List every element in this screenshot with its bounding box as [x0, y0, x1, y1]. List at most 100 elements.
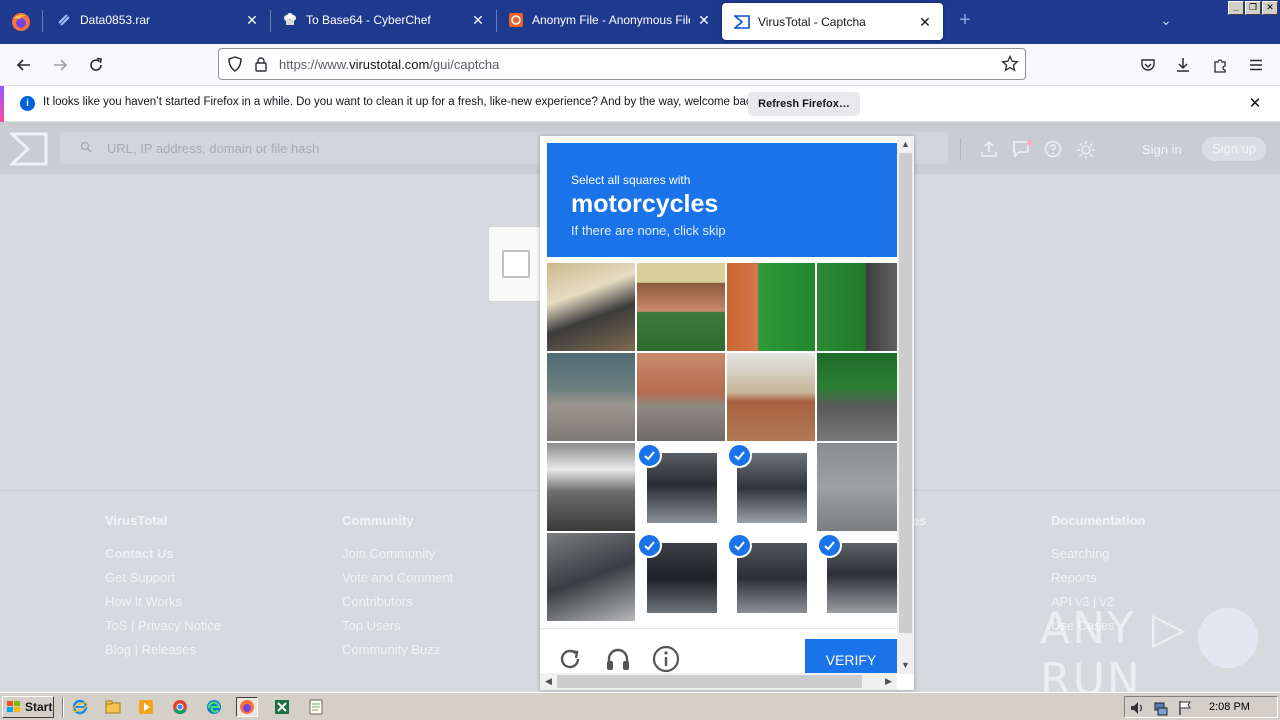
captcha-image-tile[interactable] — [637, 353, 725, 441]
sign-up-button[interactable]: Sign up — [1202, 137, 1266, 161]
checkmark-icon — [817, 533, 842, 558]
footer-link-how-it-works[interactable]: How It Works — [105, 593, 221, 617]
image-grid — [547, 263, 905, 621]
notifications-chat-icon[interactable] — [1012, 140, 1034, 161]
captcha-image-tile[interactable] — [637, 533, 725, 621]
scroll-left-arrow-icon[interactable]: ◀ — [540, 673, 557, 690]
media-player-icon[interactable] — [135, 697, 157, 717]
extensions-puzzle-icon[interactable] — [1207, 52, 1233, 78]
captcha-image-tile[interactable] — [637, 263, 725, 351]
close-icon[interactable]: ✕ — [470, 12, 486, 28]
action-center-flag-icon[interactable] — [1177, 700, 1193, 716]
captcha-challenge-dialog: Select all squares with motorcycles If t… — [540, 136, 914, 690]
forward-arrow-icon[interactable] — [47, 52, 73, 78]
network-icon[interactable] — [1153, 700, 1169, 716]
footer-link-tos-privacy[interactable]: ToS | Privacy Notice — [105, 617, 221, 641]
captcha-image-tile[interactable] — [727, 533, 815, 621]
scrollbar-thumb[interactable] — [899, 153, 912, 633]
scrollbar-thumb[interactable] — [557, 675, 862, 688]
captcha-image-tile[interactable] — [547, 353, 635, 441]
captcha-image-tile[interactable] — [817, 443, 905, 531]
challenge-prompt: Select all squares with motorcycles If t… — [547, 143, 897, 257]
refresh-challenge-icon[interactable] — [556, 645, 584, 673]
footer-link-searching[interactable]: Searching — [1051, 545, 1146, 569]
tracking-protection-shield-icon[interactable] — [227, 56, 243, 75]
scroll-right-arrow-icon[interactable]: ▶ — [880, 673, 897, 690]
back-arrow-icon[interactable] — [11, 52, 37, 78]
minimize-icon[interactable]: _ — [1228, 1, 1244, 15]
help-icon[interactable] — [1044, 140, 1062, 161]
captcha-image-tile[interactable] — [817, 353, 905, 441]
footer-link-reports[interactable]: Reports — [1051, 569, 1146, 593]
close-icon[interactable]: ✕ — [696, 12, 712, 28]
windows-flag-icon — [7, 701, 20, 712]
navigation-toolbar: https://www.virustotal.com/gui/captcha — [0, 44, 1280, 86]
edge-icon[interactable] — [203, 697, 225, 717]
virustotal-logo-icon[interactable] — [8, 132, 48, 169]
theme-toggle-sun-icon[interactable] — [1076, 140, 1096, 163]
captcha-image-tile[interactable] — [817, 533, 905, 621]
prompt-target: motorcycles — [571, 190, 719, 218]
sign-in-link[interactable]: Sign in — [1142, 142, 1182, 157]
close-icon[interactable]: ✕ — [244, 12, 260, 28]
tile-image — [637, 263, 725, 351]
url-bar[interactable]: https://www.virustotal.com/gui/captcha — [218, 48, 1026, 80]
start-button[interactable]: Start — [2, 696, 54, 718]
list-all-tabs-chevron-icon[interactable]: ⌄ — [1156, 12, 1176, 32]
chat-widget-icon[interactable] — [1198, 608, 1258, 668]
captcha-checkbox[interactable] — [502, 250, 530, 278]
captcha-image-tile[interactable] — [547, 263, 635, 351]
hamburger-menu-icon[interactable] — [1243, 52, 1269, 78]
tab-data0853[interactable]: Data0853.rar ✕ — [44, 0, 270, 40]
tab-cyberchef[interactable]: To Base64 - CyberChef ✕ — [270, 0, 496, 40]
captcha-image-tile[interactable] — [637, 443, 725, 531]
excel-icon[interactable] — [271, 697, 293, 717]
captcha-image-tile[interactable] — [727, 443, 815, 531]
new-tab-plus-icon[interactable]: + — [954, 10, 976, 32]
footer-link-join-community[interactable]: Join Community — [342, 545, 453, 569]
tab-virustotal-captcha[interactable]: VirusTotal - Captcha ✕ — [722, 3, 943, 40]
reload-icon[interactable] — [83, 52, 109, 78]
restore-icon[interactable]: ❐ — [1245, 1, 1261, 15]
footer-link-community-buzz[interactable]: Community Buzz — [342, 641, 453, 665]
pocket-icon[interactable] — [1135, 52, 1161, 78]
challenge-vertical-scrollbar[interactable]: ▲ ▼ — [897, 136, 914, 674]
bookmark-star-icon[interactable] — [1001, 54, 1019, 76]
captcha-image-tile[interactable] — [817, 263, 905, 351]
audio-challenge-headphones-icon[interactable] — [604, 645, 632, 673]
close-window-icon[interactable]: ✕ — [1262, 1, 1278, 15]
close-icon[interactable]: ✕ — [917, 14, 933, 30]
firefox-logo-icon[interactable] — [0, 0, 42, 44]
tab-anonym-file[interactable]: Anonym File - Anonymous File Uplo ✕ — [496, 0, 722, 40]
info-icon[interactable] — [652, 645, 680, 673]
captcha-image-tile[interactable] — [727, 353, 815, 441]
footer-link-vote-comment[interactable]: Vote and Comment — [342, 569, 453, 593]
scroll-up-arrow-icon[interactable]: ▲ — [897, 136, 914, 153]
scroll-down-arrow-icon[interactable]: ▼ — [897, 657, 914, 674]
footer-link-contact-us[interactable]: Contact Us — [105, 545, 221, 569]
upload-icon[interactable] — [980, 140, 998, 161]
tile-image — [547, 443, 635, 531]
url-text: https://www.virustotal.com/gui/captcha — [279, 57, 499, 72]
footer-link-top-users[interactable]: Top Users — [342, 617, 453, 641]
footer-heading: es — [912, 513, 927, 528]
challenge-horizontal-scrollbar[interactable]: ◀ ▶ — [540, 673, 897, 690]
footer-link-blog-releases[interactable]: Blog | Releases — [105, 641, 221, 665]
tile-image — [817, 263, 905, 351]
chrome-icon[interactable] — [169, 697, 191, 717]
captcha-image-tile[interactable] — [547, 443, 635, 531]
volume-icon[interactable] — [1129, 700, 1145, 716]
close-icon[interactable]: ✕ — [1246, 95, 1264, 113]
footer-link-contributors[interactable]: Contributors — [342, 593, 453, 617]
downloads-icon[interactable] — [1170, 52, 1196, 78]
captcha-image-tile[interactable] — [727, 263, 815, 351]
refresh-firefox-button[interactable]: Refresh Firefox… — [748, 92, 860, 116]
footer-column-virustotal: VirusTotal Contact Us Get Support How It… — [105, 513, 221, 665]
file-explorer-icon[interactable] — [102, 697, 124, 717]
captcha-image-tile[interactable] — [547, 533, 635, 621]
internet-explorer-icon[interactable] — [69, 697, 91, 717]
lock-icon[interactable] — [253, 56, 269, 75]
notepad-icon[interactable] — [305, 697, 327, 717]
firefox-taskbar-icon[interactable] — [236, 697, 258, 717]
footer-link-get-support[interactable]: Get Support — [105, 569, 221, 593]
